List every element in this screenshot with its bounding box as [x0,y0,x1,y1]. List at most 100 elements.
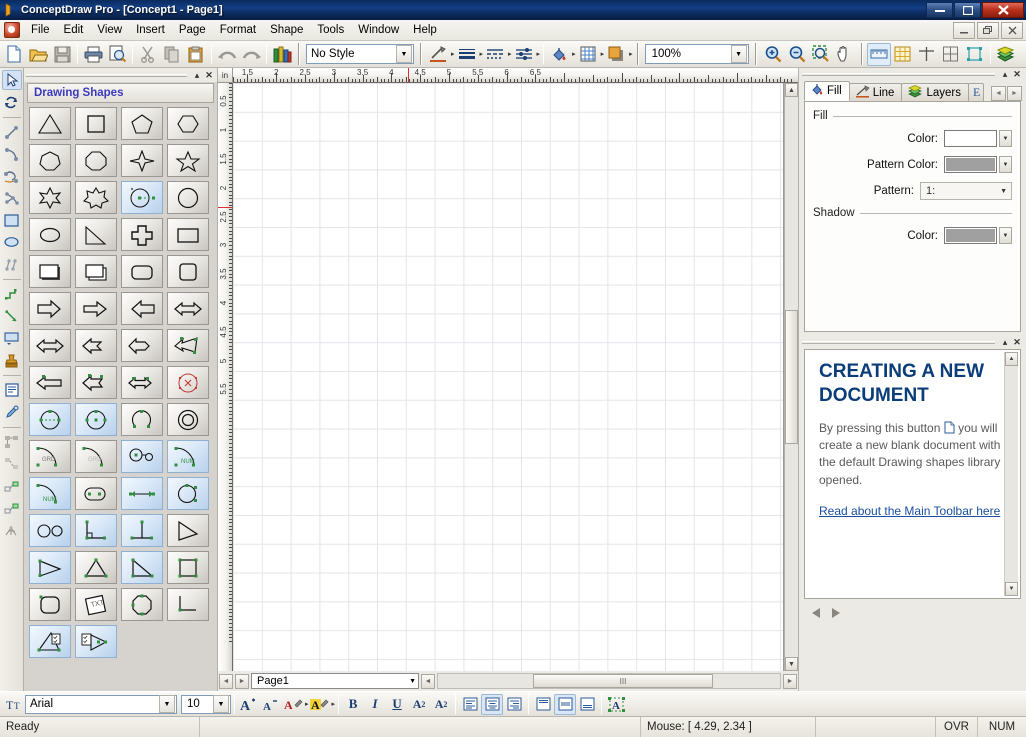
vertical-scroll-thumb[interactable] [785,309,798,445]
text-block-tool[interactable] [2,328,22,348]
pattern-color-picker[interactable]: ▼ [944,156,1012,173]
dimension-line-shape[interactable] [121,477,163,510]
canvas-horizontal-scrollbar[interactable]: III [437,673,781,689]
previous-page-button[interactable]: ◄ [219,673,233,689]
help-prev-button[interactable] [809,606,823,623]
arc-sector-shape[interactable] [121,403,163,436]
direct-connector-tool[interactable] [2,306,22,326]
ellipse-shape[interactable] [29,218,71,251]
text-tool[interactable] [2,380,22,400]
help-link[interactable]: Read about the Main Toolbar here [819,503,1000,520]
circle-center-shape[interactable] [75,403,117,436]
page-selector-combo[interactable]: Page1 ▼ [251,673,419,689]
tab-next-button[interactable]: ► [1007,86,1022,101]
page-breaks-button[interactable] [939,43,963,66]
six-point-star-shape[interactable] [29,181,71,214]
two-circles-link-shape[interactable] [121,440,163,473]
underline-button[interactable]: U [386,694,408,715]
text-highlight-dropdown-arrow-icon[interactable]: ▸ [332,700,336,708]
layers-button[interactable] [994,43,1018,66]
pattern-color-swatch[interactable] [944,156,997,173]
fill-color-picker[interactable]: ▼ [944,130,1012,147]
style-combo[interactable]: No Style ▼ [306,44,414,64]
smart-connector-tool[interactable] [2,284,22,304]
concentric-circles-shape[interactable] [167,403,209,436]
shadow-rectangle-shape[interactable] [29,255,71,288]
canvas-vertical-scrollbar[interactable]: ▲ ▼ [784,83,798,671]
undo-button[interactable] [215,43,239,66]
arc-num-shape[interactable]: NUM [167,440,209,473]
horizontal-scroll-thumb[interactable]: III [533,674,713,688]
shapes-panel-close-icon[interactable]: ✕ [203,70,215,81]
ellipse-tool[interactable] [2,232,22,252]
guides-button[interactable] [915,43,939,66]
square-nodes-shape[interactable] [167,551,209,584]
superscript-button[interactable]: A2 [408,694,430,715]
double-arrow-shape[interactable] [167,292,209,325]
group-tool[interactable] [2,432,22,452]
square-shape[interactable] [75,107,117,140]
triangle-shape[interactable] [29,107,71,140]
select-tool[interactable] [1,70,22,90]
hyperlink-tool[interactable] [2,520,22,540]
line-ends-dropdown-arrow-icon[interactable]: ▸ [537,50,541,58]
align-center-button[interactable] [481,693,504,715]
italic-button[interactable]: I [364,694,386,715]
arrow-left-shape[interactable] [121,292,163,325]
help-close-icon[interactable]: ✕ [1011,337,1023,348]
distribute-tool[interactable] [2,498,22,518]
menu-help[interactable]: Help [406,22,444,38]
rounded-box-shape[interactable] [29,588,71,621]
help-next-button[interactable] [829,606,843,623]
seven-point-star-shape[interactable] [75,181,117,214]
circle-diameter-shape[interactable] [29,403,71,436]
angle-lines-shape[interactable] [121,514,163,547]
font-color-button[interactable]: A [282,694,304,715]
eyedropper-tool[interactable] [2,402,22,422]
arrow-right-2-shape[interactable] [75,292,117,325]
rounded-square-shape[interactable] [167,255,209,288]
help-grip-line[interactable] [802,341,995,344]
hscroll-left-button[interactable]: ◄ [421,673,435,689]
menu-format[interactable]: Format [213,22,263,38]
shadow-color-dropdown-icon[interactable]: ▼ [999,227,1012,244]
maximize-button[interactable] [954,2,981,18]
line-weight-button[interactable] [455,43,479,66]
rulers-button[interactable] [866,42,891,66]
connection-points-button[interactable] [963,43,987,66]
hexagon-shape[interactable] [167,107,209,140]
narrow-triangle-shape[interactable] [29,551,71,584]
checklist-arrow-shape[interactable] [75,625,117,658]
hscroll-right-button[interactable]: ► [783,673,797,689]
rectangle-shape[interactable] [167,218,209,251]
cross-shape[interactable] [121,218,163,251]
pan-button[interactable] [833,43,857,66]
help-scrollbar[interactable]: ▲ ▼ [1004,352,1018,596]
help-scroll-down-button[interactable]: ▼ [1005,582,1018,596]
menu-shape[interactable]: Shape [263,22,310,38]
save-document-button[interactable] [50,43,74,66]
redo-button[interactable] [239,43,263,66]
shapes-panel-collapse-button[interactable]: ▴ [191,70,203,81]
text-frame-button[interactable]: A [605,694,627,715]
isoceles-triangle-shape[interactable] [75,551,117,584]
zoom-chevron-down-icon[interactable]: ▼ [730,45,747,63]
menu-tools[interactable]: Tools [310,22,351,38]
next-page-button[interactable]: ► [235,673,249,689]
increase-font-size-button[interactable]: A [238,694,260,715]
infinity-shape[interactable] [29,514,71,547]
line-tool[interactable] [2,122,22,142]
oval-two-points-shape[interactable] [75,477,117,510]
tab-line[interactable]: Line [848,83,903,101]
zoom-in-button[interactable] [761,43,785,66]
properties-close-icon[interactable]: ✕ [1011,69,1023,80]
align-left-button[interactable] [459,694,481,715]
decrease-font-size-button[interactable]: A [260,694,282,715]
menu-view[interactable]: View [90,22,129,38]
rounded-rectangle-shape[interactable] [121,255,163,288]
fletched-arrow-left-shape[interactable] [75,329,117,362]
circle-tangent-shape[interactable] [167,477,209,510]
text-highlight-button[interactable]: A [309,694,331,715]
double-arrow-2-shape[interactable] [29,329,71,362]
align-bottom-button[interactable] [576,694,598,715]
